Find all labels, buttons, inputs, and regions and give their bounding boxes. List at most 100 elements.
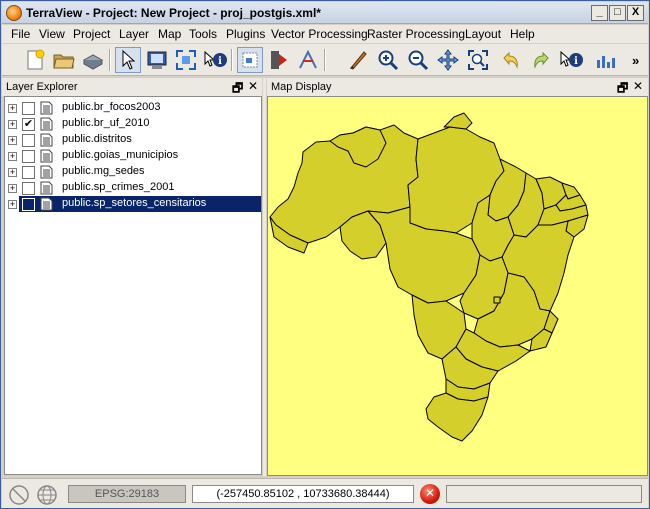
layer-visibility-checkbox[interactable] <box>22 134 35 147</box>
menu-view[interactable]: View <box>39 27 65 41</box>
expand-icon[interactable]: + <box>8 200 17 209</box>
pan-icon[interactable] <box>435 47 461 73</box>
database-layer-icon <box>40 165 53 179</box>
layer-item[interactable]: + public.goias_municipios <box>5 148 261 164</box>
stop-icon[interactable]: ✕ <box>420 484 440 504</box>
svg-text:i: i <box>218 56 222 67</box>
map-canvas[interactable] <box>267 96 648 476</box>
brazil-states-map <box>269 112 589 442</box>
state-polygon-amapa <box>443 112 473 130</box>
pan-arrow-icon[interactable] <box>295 47 321 73</box>
window-title: TerraView - Project: New Project - proj_… <box>26 6 321 20</box>
menu-vector-processing[interactable]: Vector Processing <box>271 27 368 41</box>
info-icon[interactable]: i <box>202 47 228 73</box>
database-layer-icon <box>40 117 53 131</box>
map-display-title: Map Display <box>271 81 332 93</box>
layer-visibility-checkbox[interactable] <box>22 166 35 179</box>
chart-icon[interactable] <box>592 47 618 73</box>
state-polygon-distrito-federal <box>493 296 501 304</box>
layer-explorer-title: Layer Explorer <box>6 81 78 93</box>
layer-name: public.sp_crimes_2001 <box>62 181 175 193</box>
progress-bar <box>446 485 642 503</box>
expand-icon[interactable]: + <box>8 104 17 113</box>
epsg-code[interactable]: EPSG:29183 <box>68 485 186 503</box>
selection-icon[interactable] <box>237 47 263 73</box>
layer-item[interactable]: + public.sp_setores_censitarios <box>5 196 261 212</box>
title-bar: TerraView - Project: New Project - proj_… <box>2 2 648 24</box>
open-project-icon[interactable] <box>51 47 77 73</box>
menu-raster-processing[interactable]: Raster Processing <box>367 27 465 41</box>
save-project-icon[interactable] <box>80 47 106 73</box>
zoom-extent-icon[interactable] <box>173 47 199 73</box>
disable-layer-icon[interactable] <box>8 484 30 506</box>
menu-layout[interactable]: Layout <box>465 27 501 41</box>
layer-item[interactable]: + public.mg_sedes <box>5 164 261 180</box>
layer-explorer-tree: + public.br_focos2003 + ✔ public.br_uf_2010 +… <box>4 96 262 475</box>
zoom-area-icon[interactable] <box>465 47 491 73</box>
layer-item[interactable]: + public.br_focos2003 <box>5 100 261 116</box>
info-screen-icon[interactable] <box>144 47 170 73</box>
layer-item[interactable]: + public.distritos <box>5 132 261 148</box>
maximize-button[interactable]: □ <box>609 5 626 21</box>
expand-icon[interactable]: + <box>8 184 17 193</box>
layer-name: public.distritos <box>62 133 132 145</box>
redo-icon[interactable] <box>528 47 554 73</box>
coordinate-readout: (-257450.85102 , 10733680.38444) <box>192 485 414 503</box>
layer-name: public.sp_setores_censitarios <box>60 197 209 209</box>
database-layer-icon <box>40 181 53 195</box>
zoom-out-icon[interactable] <box>405 47 431 73</box>
close-button[interactable]: X <box>627 5 644 21</box>
svg-text:i: i <box>574 56 578 67</box>
expand-icon[interactable]: + <box>8 120 17 129</box>
toolbar-separator <box>109 49 111 71</box>
layer-explorer-header: Layer Explorer 🗗 ✕ <box>2 78 262 96</box>
menu-project[interactable]: Project <box>73 27 110 41</box>
toolbar-separator <box>324 49 326 71</box>
close-panel-button[interactable]: ✕ <box>248 79 258 93</box>
pointer-icon[interactable] <box>115 47 141 73</box>
feature-info-icon[interactable]: i <box>558 47 584 73</box>
menu-bar: File View Project Layer Map Tools Plugin… <box>2 25 648 43</box>
toolbar-separator <box>231 49 233 71</box>
layer-visibility-checkbox[interactable] <box>22 198 35 211</box>
main-toolbar: i i » <box>2 44 648 76</box>
new-project-icon[interactable] <box>22 47 48 73</box>
toolbar-overflow-button[interactable]: » <box>632 53 639 68</box>
database-layer-icon <box>40 101 53 115</box>
measure-icon[interactable] <box>266 47 292 73</box>
menu-tools[interactable]: Tools <box>189 27 217 41</box>
menu-layer[interactable]: Layer <box>119 27 149 41</box>
status-bar: EPSG:29183 (-257450.85102 , 10733680.384… <box>2 478 648 508</box>
terraview-logo-icon <box>6 5 22 21</box>
layer-visibility-checkbox[interactable] <box>22 102 35 115</box>
database-layer-icon <box>40 197 53 211</box>
app-window: TerraView - Project: New Project - proj_… <box>0 0 650 509</box>
zoom-in-icon[interactable] <box>375 47 401 73</box>
menu-plugins[interactable]: Plugins <box>226 27 265 41</box>
undo-icon[interactable] <box>498 47 524 73</box>
layer-visibility-checkbox[interactable] <box>22 150 35 163</box>
layer-name: public.mg_sedes <box>62 165 145 177</box>
state-polygon-rio-grande-do-sul <box>425 392 489 442</box>
expand-icon[interactable]: + <box>8 152 17 161</box>
layer-visibility-checkbox[interactable]: ✔ <box>22 118 35 131</box>
pencil-icon[interactable] <box>345 47 371 73</box>
layer-name: public.br_focos2003 <box>62 101 161 113</box>
layer-name: public.goias_municipios <box>62 149 179 161</box>
panel-splitter[interactable] <box>263 78 266 476</box>
close-map-button[interactable]: ✕ <box>633 79 643 93</box>
menu-help[interactable]: Help <box>510 27 535 41</box>
menu-file[interactable]: File <box>11 27 30 41</box>
layer-visibility-checkbox[interactable] <box>22 182 35 195</box>
globe-icon[interactable] <box>36 484 58 506</box>
expand-icon[interactable]: + <box>8 136 17 145</box>
layer-item[interactable]: + public.sp_crimes_2001 <box>5 180 261 196</box>
layer-name: public.br_uf_2010 <box>62 117 150 129</box>
layer-item[interactable]: + ✔ public.br_uf_2010 <box>5 116 261 132</box>
map-display-header: Map Display 🗗 ✕ <box>267 78 648 96</box>
database-layer-icon <box>40 149 53 163</box>
minimize-button[interactable]: _ <box>591 5 608 21</box>
expand-icon[interactable]: + <box>8 168 17 177</box>
menu-map[interactable]: Map <box>158 27 181 41</box>
database-layer-icon <box>40 133 53 147</box>
